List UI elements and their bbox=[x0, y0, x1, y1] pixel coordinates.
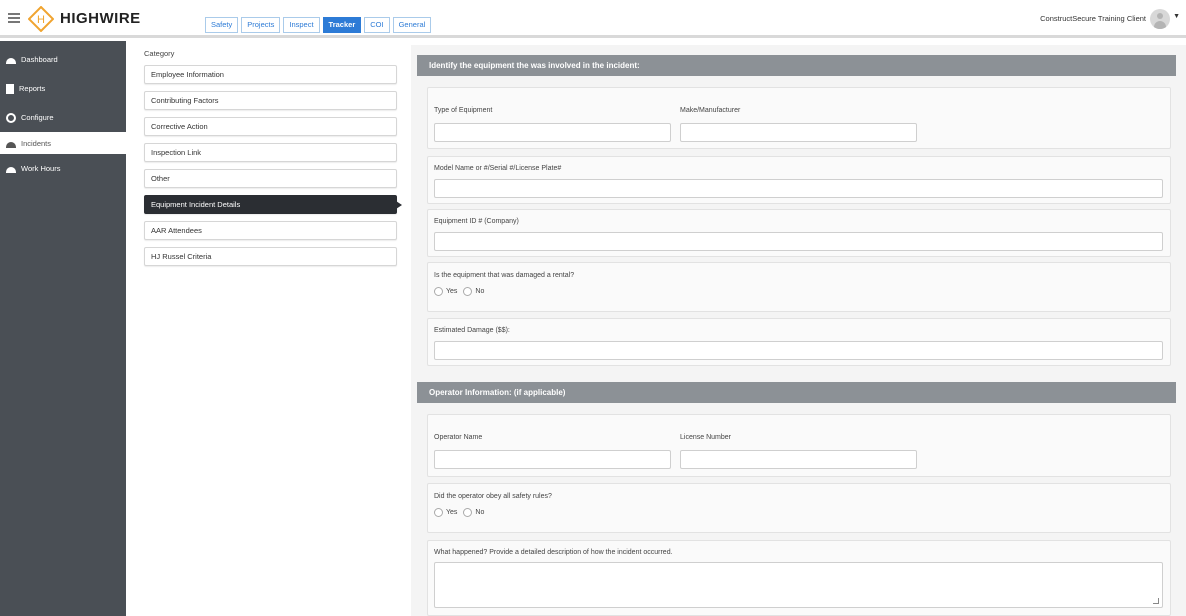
type-of-equipment-input[interactable] bbox=[434, 123, 671, 142]
dashboard-icon bbox=[6, 58, 16, 64]
chevron-down-icon[interactable]: ▼ bbox=[1173, 13, 1180, 20]
tab-inspect[interactable]: Inspect bbox=[283, 17, 320, 33]
equipment-id-label: Equipment ID # (Company) bbox=[434, 218, 519, 225]
safety-no-label: No bbox=[475, 509, 485, 516]
tab-safety[interactable]: Safety bbox=[205, 17, 239, 33]
safety-rules-label: Did the operator obey all safety rules? bbox=[434, 493, 552, 500]
what-happened-label: What happened? Provide a detailed descri… bbox=[434, 549, 673, 556]
dashboard-icon bbox=[6, 141, 16, 148]
safety-rules-radio-group: Yes No bbox=[434, 508, 490, 517]
category-title: Category bbox=[144, 49, 175, 58]
top-bar: H HIGHWIRE Safety Projects Inspect Track… bbox=[0, 0, 1186, 38]
rental-no-radio[interactable] bbox=[463, 287, 473, 296]
category-panel: Category Employee Information Contributi… bbox=[134, 41, 404, 616]
sidebar-item-configure[interactable]: Configure bbox=[0, 103, 126, 132]
logo-icon: H bbox=[28, 6, 54, 32]
make-manufacturer-label: Make/Manufacturer bbox=[680, 107, 741, 114]
license-number-label: License Number bbox=[680, 434, 731, 441]
sidebar-item-label: Work Hours bbox=[21, 164, 61, 173]
sidebar-item-dashboard[interactable]: Dashboard bbox=[0, 45, 126, 74]
tab-projects[interactable]: Projects bbox=[241, 17, 281, 33]
category-item-employee-information[interactable]: Employee Information bbox=[144, 65, 397, 84]
category-item-other[interactable]: Other bbox=[144, 169, 397, 188]
estimated-damage-label: Estimated Damage ($$): bbox=[434, 327, 510, 334]
operator-name-label: Operator Name bbox=[434, 434, 483, 441]
safety-no-radio[interactable] bbox=[463, 508, 473, 517]
license-number-input[interactable] bbox=[680, 450, 917, 469]
menu-icon[interactable] bbox=[8, 13, 20, 23]
tab-tracker[interactable]: Tracker bbox=[322, 17, 362, 33]
sidebar-item-label: Incidents bbox=[21, 138, 52, 148]
sidebar-item-label: Reports bbox=[19, 84, 46, 93]
sidebar-item-reports[interactable]: Reports bbox=[0, 74, 126, 103]
safety-rules-group: Did the operator obey all safety rules? … bbox=[427, 483, 1171, 533]
section-header-equipment: Identify the equipment the was involved … bbox=[417, 55, 1176, 76]
rental-yes-radio[interactable] bbox=[434, 287, 443, 296]
sidebar-item-work-hours[interactable]: Work Hours bbox=[0, 154, 126, 183]
category-item-equipment-incident-details[interactable]: Equipment Incident Details bbox=[144, 195, 402, 214]
operator-group: Operator Name License Number bbox=[427, 414, 1171, 477]
sidebar-item-label: Dashboard bbox=[21, 55, 58, 64]
client-name[interactable]: ConstructSecure Training Client bbox=[1040, 14, 1146, 23]
operator-name-input[interactable] bbox=[434, 450, 671, 469]
model-serial-group: Model Name or #/Serial #/License Plate# bbox=[427, 156, 1171, 204]
brand-name: HIGHWIRE bbox=[60, 10, 141, 27]
sidebar: Dashboard Reports Configure Incidents Wo… bbox=[0, 41, 126, 616]
sidebar-item-label: Configure bbox=[21, 113, 54, 122]
type-of-equipment-label: Type of Equipment bbox=[434, 107, 493, 114]
safety-yes-radio[interactable] bbox=[434, 508, 443, 517]
tab-general[interactable]: General bbox=[392, 17, 432, 33]
tab-coi[interactable]: COI bbox=[364, 17, 390, 33]
category-item-aar-attendees[interactable]: AAR Attendees bbox=[144, 221, 397, 240]
safety-yes-label: Yes bbox=[446, 509, 458, 516]
category-item-corrective-action[interactable]: Corrective Action bbox=[144, 117, 397, 136]
rental-no-label: No bbox=[475, 288, 485, 295]
avatar[interactable] bbox=[1150, 9, 1170, 29]
rental-question-group: Is the equipment that was damaged a rent… bbox=[427, 262, 1171, 312]
section-header-operator: Operator Information: (if applicable) bbox=[417, 382, 1176, 403]
gear-icon bbox=[6, 112, 16, 123]
estimated-damage-group: Estimated Damage ($$): bbox=[427, 318, 1171, 366]
equipment-id-input[interactable] bbox=[434, 232, 1163, 251]
equipment-type-group: Type of Equipment Make/Manufacturer bbox=[427, 87, 1171, 149]
rental-yes-label: Yes bbox=[446, 288, 458, 295]
category-item-inspection-link[interactable]: Inspection Link bbox=[144, 143, 397, 162]
rental-question-label: Is the equipment that was damaged a rent… bbox=[434, 272, 575, 279]
what-happened-group: What happened? Provide a detailed descri… bbox=[427, 540, 1171, 616]
make-manufacturer-input[interactable] bbox=[680, 123, 917, 142]
equipment-id-group: Equipment ID # (Company) bbox=[427, 209, 1171, 257]
model-serial-label: Model Name or #/Serial #/License Plate# bbox=[434, 165, 562, 172]
document-icon bbox=[6, 83, 14, 94]
category-item-hj-russel-criteria[interactable]: HJ Russel Criteria bbox=[144, 247, 397, 266]
rental-radio-group: Yes No bbox=[434, 287, 490, 296]
dashboard-icon bbox=[6, 167, 16, 173]
main-form: Identify the equipment the was involved … bbox=[411, 45, 1186, 616]
estimated-damage-input[interactable] bbox=[434, 341, 1163, 360]
sidebar-item-incidents[interactable]: Incidents bbox=[0, 132, 126, 154]
category-item-contributing-factors[interactable]: Contributing Factors bbox=[144, 91, 397, 110]
resize-handle-icon[interactable] bbox=[1153, 598, 1159, 604]
what-happened-textarea[interactable] bbox=[434, 562, 1163, 608]
svg-text:H: H bbox=[37, 14, 45, 26]
model-serial-input[interactable] bbox=[434, 179, 1163, 198]
module-tabs: Safety Projects Inspect Tracker COI Gene… bbox=[205, 17, 432, 33]
